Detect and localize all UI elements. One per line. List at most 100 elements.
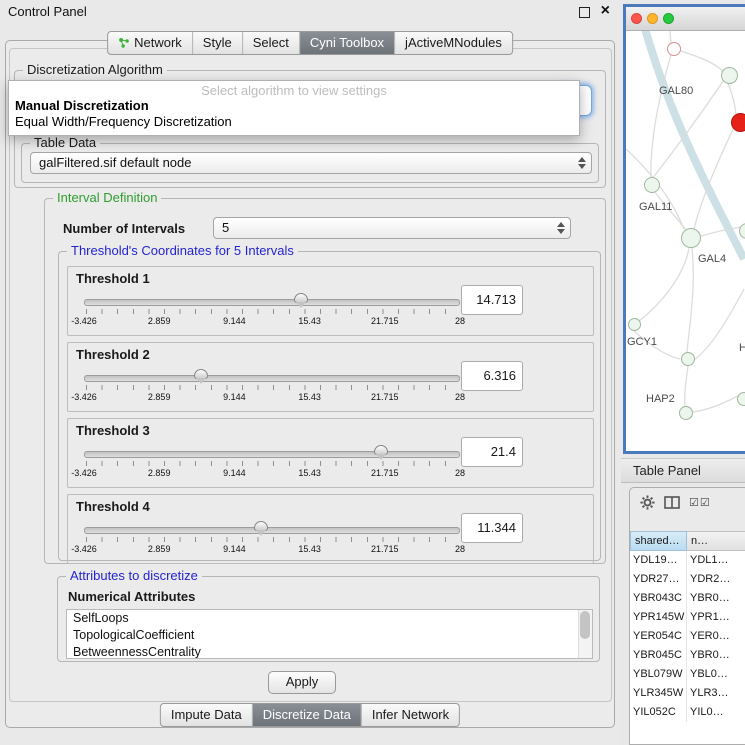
tick-label: 9.144 xyxy=(223,544,246,554)
table-window: ☑☑ shared… n… YDL19… YDL1… YDR27… YDR2… … xyxy=(629,487,745,745)
slider-track[interactable] xyxy=(84,451,460,458)
slider-tick-labels: -3.4262.8599.14415.4321.71528 xyxy=(84,544,460,556)
cell-shared-name: YBR045C xyxy=(630,646,687,665)
network-node-label: H xyxy=(739,342,745,354)
tab-impute-data[interactable]: Impute Data xyxy=(161,704,253,726)
tab-infer-network[interactable]: Infer Network xyxy=(362,704,459,726)
zoom-traffic-light-icon[interactable] xyxy=(663,13,674,24)
cell-shared-name: YER054C xyxy=(630,627,687,646)
group-title-thresholds: Threshold's Coordinates for 5 Intervals xyxy=(67,243,298,258)
network-node[interactable] xyxy=(628,318,641,331)
tab-cyni-toolbox[interactable]: Cyni Toolbox xyxy=(300,32,395,54)
close-window-icon[interactable]: × xyxy=(601,1,610,21)
cell-shared-name: YBL079W xyxy=(630,665,687,684)
threshold-panel-1: Threshold 1 -3.4262.8599.14415.4321.7152… xyxy=(67,266,594,336)
table-row[interactable]: YER054C YER0… xyxy=(630,627,745,646)
tick-label: 9.144 xyxy=(223,316,246,326)
slider-thumb[interactable] xyxy=(194,369,208,386)
network-node[interactable] xyxy=(667,42,681,56)
slider-thumb[interactable] xyxy=(254,521,268,538)
tick-label: 21.715 xyxy=(371,392,399,402)
table-row[interactable]: YBL079W YBL0… xyxy=(630,665,745,684)
list-item[interactable]: BetweennessCentrality xyxy=(67,644,592,659)
slider-track[interactable] xyxy=(84,375,460,382)
slider-thumb[interactable] xyxy=(294,293,308,310)
gear-icon[interactable] xyxy=(640,495,655,510)
network-node[interactable] xyxy=(737,392,745,406)
network-node-label: HAP2 xyxy=(646,393,675,405)
tick-label: -3.426 xyxy=(71,468,97,478)
threshold-value-field[interactable]: 14.713 xyxy=(461,285,523,315)
algorithm-option-placeholder[interactable]: Select algorithm to view settings xyxy=(9,81,579,98)
threshold-value-field[interactable]: 6.316 xyxy=(461,361,523,391)
slider-track[interactable] xyxy=(84,299,460,306)
column-header-shared-name[interactable]: shared… xyxy=(630,531,687,551)
list-item[interactable]: SelfLoops xyxy=(67,610,592,627)
table-row[interactable]: YDL19… YDL1… xyxy=(630,551,745,570)
apply-button[interactable]: Apply xyxy=(268,671,336,694)
tab-discretize-data[interactable]: Discretize Data xyxy=(253,704,362,726)
cell-shared-name: YPR145W xyxy=(630,608,687,627)
threshold-slider[interactable]: -3.4262.8599.14415.4321.71528 xyxy=(84,443,460,483)
network-node[interactable] xyxy=(681,352,695,366)
numerical-attributes-list[interactable]: SelfLoopsTopologicalCoefficientBetweenne… xyxy=(66,609,593,659)
slider-tick-labels: -3.4262.8599.14415.4321.71528 xyxy=(84,316,460,328)
network-node[interactable] xyxy=(721,67,738,84)
algorithm-option-equal-width[interactable]: Equal Width/Frequency Discretization xyxy=(9,114,579,130)
scrollbar-thumb[interactable] xyxy=(580,611,590,639)
tab-label: Infer Network xyxy=(372,707,449,722)
list-item[interactable]: TopologicalCoefficient xyxy=(67,627,592,644)
table-toolbar: ☑☑ xyxy=(630,488,745,516)
threshold-slider[interactable]: -3.4262.8599.14415.4321.71528 xyxy=(84,291,460,331)
number-of-intervals-select[interactable]: 5 xyxy=(213,217,571,239)
table-row[interactable]: YLR345W YLR3… xyxy=(630,684,745,703)
network-canvas[interactable]: GAL80GAL11GAL4GCY1HHAP2 xyxy=(626,31,745,452)
tick-label: 9.144 xyxy=(223,468,246,478)
table-row[interactable]: YPR145W YPR1… xyxy=(630,608,745,627)
table-row[interactable]: YIL052C YIL0… xyxy=(630,703,745,722)
algorithm-option-manual[interactable]: Manual Discretization xyxy=(9,98,579,114)
threshold-panel-4: Threshold 4 -3.4262.8599.14415.4321.7152… xyxy=(67,494,594,564)
slider-track[interactable] xyxy=(84,527,460,534)
numerical-attributes-label: Numerical Attributes xyxy=(68,589,195,604)
tick-label: 15.43 xyxy=(298,316,321,326)
columns-icon[interactable] xyxy=(664,496,680,509)
list-scrollbar[interactable] xyxy=(578,610,592,658)
network-view-window[interactable]: GAL80GAL11GAL4GCY1HHAP2 xyxy=(623,4,745,454)
cell-name: YBL0… xyxy=(687,665,745,684)
tab-select[interactable]: Select xyxy=(243,32,300,54)
tab-jactivemnodules[interactable]: jActiveMNodules xyxy=(395,32,512,54)
float-window-icon[interactable] xyxy=(579,7,590,18)
network-node[interactable] xyxy=(731,113,745,132)
thresholds-group: Threshold's Coordinates for 5 Intervals … xyxy=(58,251,601,561)
tab-style[interactable]: Style xyxy=(193,32,243,54)
slider-tick-labels: -3.4262.8599.14415.4321.71528 xyxy=(84,392,460,404)
table-data-select[interactable]: galFiltered.sif default node xyxy=(30,152,592,174)
cell-name: YDL1… xyxy=(687,551,745,570)
tick-label: -3.426 xyxy=(71,392,97,402)
slider-thumb[interactable] xyxy=(374,445,388,462)
column-header-name[interactable]: n… xyxy=(687,531,745,551)
table-row[interactable]: YDR27… YDR2… xyxy=(630,570,745,589)
slider-tick-labels: -3.4262.8599.14415.4321.71528 xyxy=(84,468,460,480)
table-panel-header[interactable]: Table Panel xyxy=(621,458,745,483)
table-header-row: shared… n… xyxy=(630,531,745,551)
tick-label: 15.43 xyxy=(298,468,321,478)
control-panel: Control Panel × Network Style xyxy=(0,0,620,745)
threshold-value-field[interactable]: 21.4 xyxy=(461,437,523,467)
threshold-slider[interactable]: -3.4262.8599.14415.4321.71528 xyxy=(84,367,460,407)
threshold-value-field[interactable]: 11.344 xyxy=(461,513,523,543)
tab-network[interactable]: Network xyxy=(108,32,193,54)
select-rows-icon[interactable]: ☑☑ xyxy=(689,496,711,509)
close-traffic-light-icon[interactable] xyxy=(631,13,642,24)
network-node[interactable] xyxy=(679,406,693,420)
tab-label: Impute Data xyxy=(171,707,242,722)
network-node[interactable] xyxy=(644,177,660,193)
table-toolbar-gap xyxy=(630,516,745,531)
table-row[interactable]: YBR043C YBR0… xyxy=(630,589,745,608)
table-row[interactable]: YBR045C YBR0… xyxy=(630,646,745,665)
threshold-slider[interactable]: -3.4262.8599.14415.4321.71528 xyxy=(84,519,460,559)
network-node[interactable] xyxy=(681,228,701,248)
minimize-traffic-light-icon[interactable] xyxy=(647,13,658,24)
cell-shared-name: YLR345W xyxy=(630,684,687,703)
